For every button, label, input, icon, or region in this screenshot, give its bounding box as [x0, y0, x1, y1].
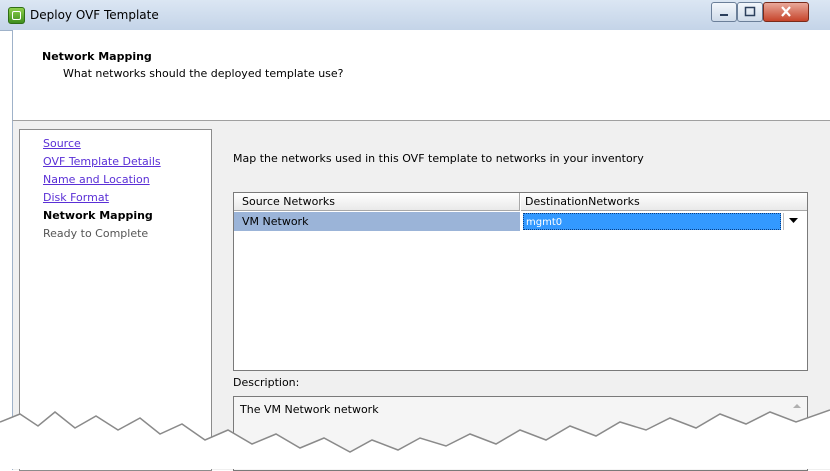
source-network-cell[interactable]: VM Network: [234, 212, 520, 231]
step-ovf-template-details[interactable]: OVF Template Details: [43, 155, 161, 168]
chevron-down-icon: [789, 218, 798, 223]
table-row[interactable]: VM Network mgmt0: [234, 212, 807, 231]
column-header-destination[interactable]: DestinationNetworks: [521, 193, 807, 211]
minimize-icon: [720, 14, 728, 16]
intro-text: Map the networks used in this OVF templa…: [233, 152, 644, 165]
step-network-mapping: Network Mapping: [43, 209, 153, 222]
maximize-button[interactable]: [737, 2, 763, 22]
dropdown-button[interactable]: [783, 213, 804, 230]
network-mapping-table: Source Networks DestinationNetworks VM N…: [233, 192, 808, 371]
minimize-button[interactable]: [711, 2, 737, 22]
page-title: Network Mapping: [42, 50, 152, 63]
close-button[interactable]: [763, 2, 809, 22]
torn-edge-decoration: [0, 409, 830, 469]
close-icon: [781, 6, 791, 17]
step-source[interactable]: Source: [43, 137, 81, 150]
description-label: Description:: [233, 376, 300, 389]
step-ready-to-complete: Ready to Complete: [43, 227, 149, 240]
step-disk-format[interactable]: Disk Format: [43, 191, 109, 204]
title-bar: Deploy OVF Template: [0, 0, 830, 31]
destination-network-select[interactable]: mgmt0: [523, 213, 781, 230]
window-title: Deploy OVF Template: [30, 8, 159, 22]
app-icon: [8, 7, 25, 24]
column-header-source[interactable]: Source Networks: [234, 193, 520, 211]
deploy-ovf-window: Deploy OVF Template Network Mapping What…: [0, 0, 830, 471]
page-subtitle: What networks should the deployed templa…: [63, 67, 344, 80]
maximize-icon: [744, 6, 756, 17]
step-name-and-location[interactable]: Name and Location: [43, 173, 150, 186]
